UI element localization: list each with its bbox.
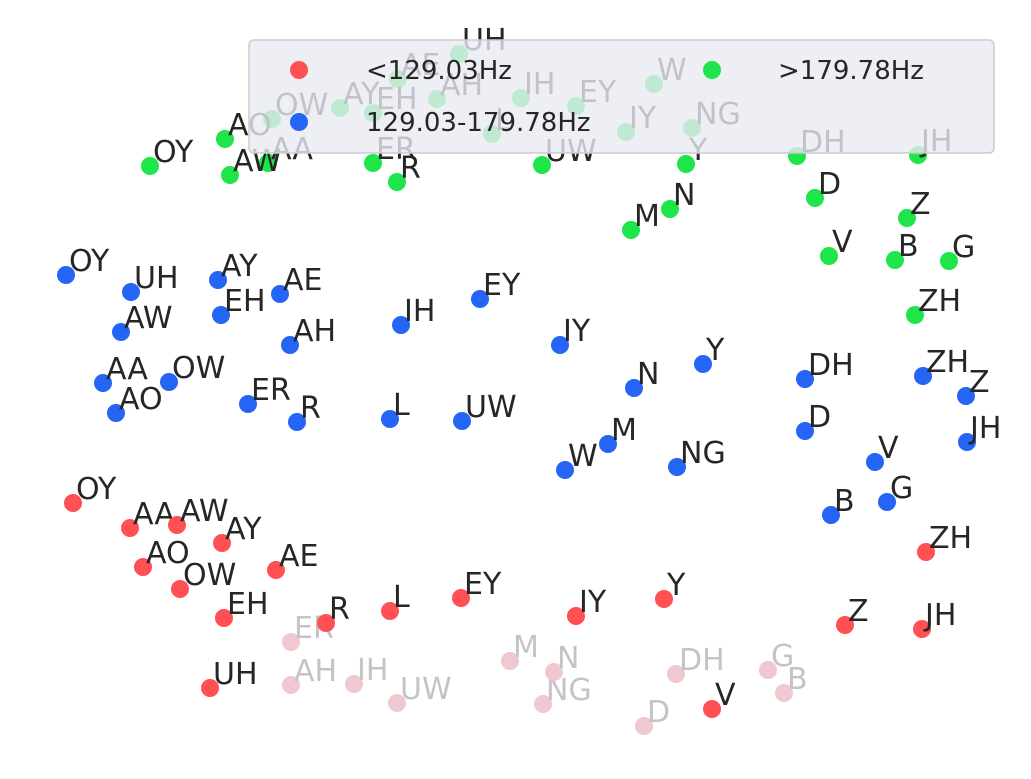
scatter-chart: UH AH IHUW NGD V BM N DH GERR L EYIY YZ JHEHOWAO AEAY…	[57, 23, 1001, 735]
point-label-0-ey: EY	[464, 567, 502, 602]
legend: <129.03Hz 129.03-179.78Hz >179.78Hz	[248, 39, 995, 154]
point-label-1-ih: IH	[404, 294, 435, 329]
point-label-0-v: V	[715, 678, 736, 713]
point-label-0-ih: IH	[357, 653, 388, 688]
point-label-2-n: N	[673, 178, 695, 213]
point-label-2-d: D	[818, 167, 841, 202]
point-label-1-ah: AH	[293, 314, 336, 349]
point-label-1-d: D	[808, 400, 831, 435]
legend-marker-low	[290, 61, 308, 79]
point-label-1-r: R	[300, 391, 321, 426]
point-label-1-v: V	[878, 431, 899, 466]
point-label-0-zh: ZH	[929, 521, 972, 556]
series-1: WMNGB GVJHDZZHDHNYIYEYIHL UWRERAHAEEHAYAOA…	[57, 244, 1001, 524]
point-label-2-oy: OY	[153, 135, 194, 170]
point-label-1-uh: UH	[134, 261, 179, 296]
point-label-0-uh: UH	[213, 657, 258, 692]
point-label-0-r: R	[329, 592, 350, 627]
point-label-1-jh: JH	[968, 411, 1001, 446]
point-label-0-uw: UW	[400, 672, 452, 707]
point-label-1-aa: AA	[106, 352, 148, 387]
legend-label-high: >179.78Hz	[778, 56, 924, 86]
point-label-0-ay: AY	[225, 512, 262, 547]
point-label-1-ay: AY	[221, 249, 258, 284]
legend-marker-mid	[290, 113, 308, 131]
point-label-1-w: W	[568, 439, 598, 474]
point-label-1-zh: ZH	[926, 345, 969, 380]
point-label-1-dh: DH	[808, 348, 854, 383]
point-label-1-eh: EH	[224, 284, 266, 319]
point-label-0-oy: OY	[76, 472, 117, 507]
point-label-2-m: M	[634, 199, 660, 234]
point-label-1-ng: NG	[680, 436, 726, 471]
point-label-0-l: L	[393, 580, 410, 615]
point-label-2-g: G	[952, 230, 975, 265]
point-label-1-l: L	[393, 388, 410, 423]
legend-label-low: <129.03Hz	[366, 56, 512, 86]
point-label-1-ae: AE	[283, 263, 322, 298]
point-label-1-ey: EY	[483, 268, 521, 303]
point-label-0-ae: AE	[279, 539, 318, 574]
point-label-0-z: Z	[848, 594, 869, 629]
point-label-0-ow: OW	[183, 558, 236, 593]
point-label-1-ow: OW	[172, 351, 225, 386]
point-label-2-zh: ZH	[918, 284, 961, 319]
point-label-1-er: ER	[251, 373, 291, 408]
point-label-0-iy: IY	[579, 585, 607, 620]
point-label-0-ao: AO	[146, 536, 190, 571]
point-label-0-dh: DH	[679, 643, 725, 678]
point-label-1-g: G	[890, 471, 913, 506]
point-label-0-n: N	[557, 641, 579, 676]
legend-label-mid: 129.03-179.78Hz	[366, 108, 591, 138]
point-label-0-d: D	[647, 695, 670, 730]
point-label-1-n: N	[637, 357, 659, 392]
point-label-1-uw: UW	[465, 390, 517, 425]
point-label-2-z: Z	[910, 187, 931, 222]
point-label-0-aw: AW	[180, 494, 229, 529]
point-label-1-z: Z	[969, 365, 990, 400]
point-label-0-m: M	[513, 630, 539, 665]
legend-marker-high	[703, 61, 721, 79]
point-label-1-iy: IY	[563, 314, 591, 349]
point-label-2-b: B	[898, 229, 919, 264]
point-label-0-g: G	[771, 639, 794, 674]
point-label-1-y: Y	[705, 333, 725, 368]
point-label-1-aw: AW	[124, 301, 173, 336]
point-label-0-ah: AH	[294, 654, 337, 689]
point-label-1-oy: OY	[69, 244, 110, 279]
point-label-1-m: M	[611, 413, 637, 448]
point-label-1-ao: AO	[119, 382, 163, 417]
point-label-2-v: V	[832, 225, 853, 260]
point-label-1-b: B	[834, 484, 855, 519]
point-label-0-jh: JH	[923, 598, 956, 633]
point-label-0-y: Y	[666, 568, 686, 603]
